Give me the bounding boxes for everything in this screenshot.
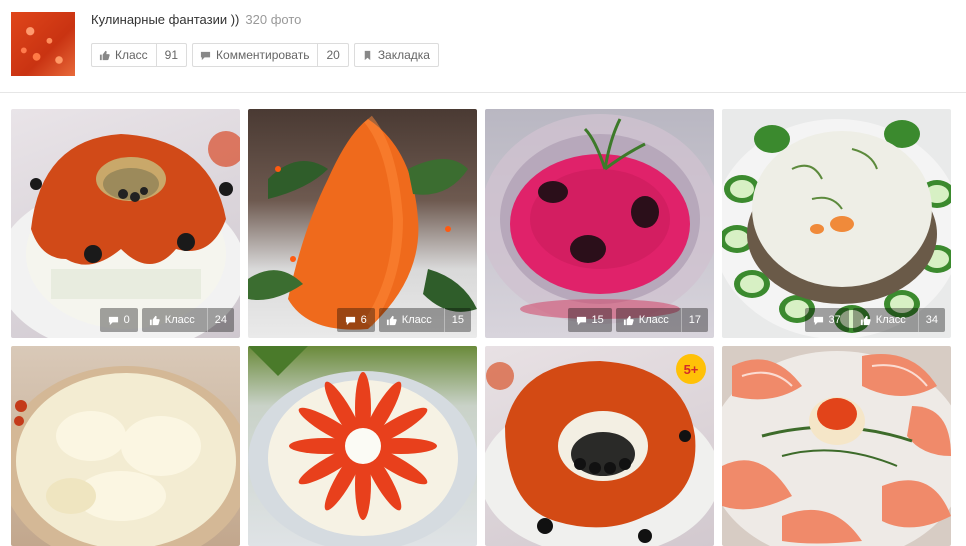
album-title[interactable]: Кулинарные фантазии )) <box>91 12 239 27</box>
photo-tile[interactable]: 5+ <box>485 346 714 546</box>
photo-like-label: Класс <box>401 314 432 326</box>
photo-tile[interactable]: 6 Класс 15 <box>248 109 477 338</box>
photo-like-count: 17 <box>680 308 708 332</box>
bookmark-button[interactable]: Закладка <box>353 43 439 67</box>
photo-stats: 0 Класс 24 <box>99 308 234 332</box>
photo-comment-count: 0 <box>123 314 130 326</box>
photo-like-count: 34 <box>917 308 945 332</box>
photo-comment-button[interactable]: 15 <box>567 308 612 332</box>
photo-image <box>11 346 240 546</box>
comment-count[interactable]: 20 <box>317 44 347 66</box>
bookmark-icon <box>364 50 371 60</box>
photo-like-button[interactable]: Класс 17 <box>615 308 708 332</box>
thumbs-up-icon <box>149 315 160 325</box>
photo-tile[interactable] <box>248 346 477 546</box>
photo-comment-button[interactable]: 37 <box>804 308 849 332</box>
photo-comment-button[interactable]: 6 <box>336 308 375 332</box>
thumbs-up-icon <box>386 315 397 325</box>
photo-comment-count: 37 <box>828 314 841 326</box>
like-count[interactable]: 91 <box>155 44 186 66</box>
photo-stats: 15 Класс 17 <box>567 308 708 332</box>
photo-tile[interactable] <box>11 346 240 546</box>
photo-image <box>722 109 951 338</box>
comment-icon <box>576 316 586 325</box>
comment-icon <box>813 316 823 325</box>
thumbs-up-icon <box>623 315 634 325</box>
photo-like-count: 24 <box>206 308 234 332</box>
photo-stats: 6 Класс 15 <box>336 308 471 332</box>
photo-tile[interactable]: 0 Класс 24 <box>11 109 240 338</box>
comment-icon <box>345 316 355 325</box>
comment-icon <box>200 51 211 60</box>
photo-like-count: 15 <box>443 308 471 332</box>
thumbs-up-icon <box>99 50 110 60</box>
photo-like-label: Класс <box>875 314 906 326</box>
album-header: Кулинарные фантазии )) 320 фото <box>91 12 301 27</box>
photo-image <box>248 109 477 338</box>
photo-image <box>11 109 240 338</box>
photo-like-button[interactable]: Класс 15 <box>378 308 471 332</box>
photo-tile[interactable]: 37 Класс 34 <box>722 109 951 338</box>
multi-photo-badge: 5+ <box>676 354 706 384</box>
photo-tile[interactable] <box>722 346 951 546</box>
bookmark-label: Закладка <box>377 48 430 62</box>
photo-image <box>485 109 714 338</box>
photo-comment-button[interactable]: 0 <box>99 308 138 332</box>
photo-image <box>248 346 477 546</box>
photo-comment-count: 15 <box>591 314 604 326</box>
comment-label: Комментировать <box>216 48 310 62</box>
album-cover-thumbnail[interactable] <box>11 12 75 76</box>
photo-image <box>722 346 951 546</box>
album-photo-count: 320 фото <box>245 12 302 27</box>
comment-button[interactable]: Комментировать 20 <box>192 43 349 67</box>
like-label: Класс <box>115 48 148 62</box>
like-button[interactable]: Класс 91 <box>91 43 188 67</box>
photo-comment-count: 6 <box>360 314 367 326</box>
photo-stats: 37 Класс 34 <box>804 308 945 332</box>
photo-like-label: Класс <box>164 314 195 326</box>
photo-like-button[interactable]: Класс 24 <box>141 308 234 332</box>
photo-tile[interactable]: 15 Класс 17 <box>485 109 714 338</box>
photo-like-button[interactable]: Класс 34 <box>852 308 945 332</box>
header-divider <box>0 92 966 93</box>
photo-like-label: Класс <box>638 314 669 326</box>
thumbs-up-icon <box>860 315 871 325</box>
album-actions: Класс 91 Комментировать 20 Закладка <box>91 43 439 67</box>
comment-icon <box>108 316 118 325</box>
